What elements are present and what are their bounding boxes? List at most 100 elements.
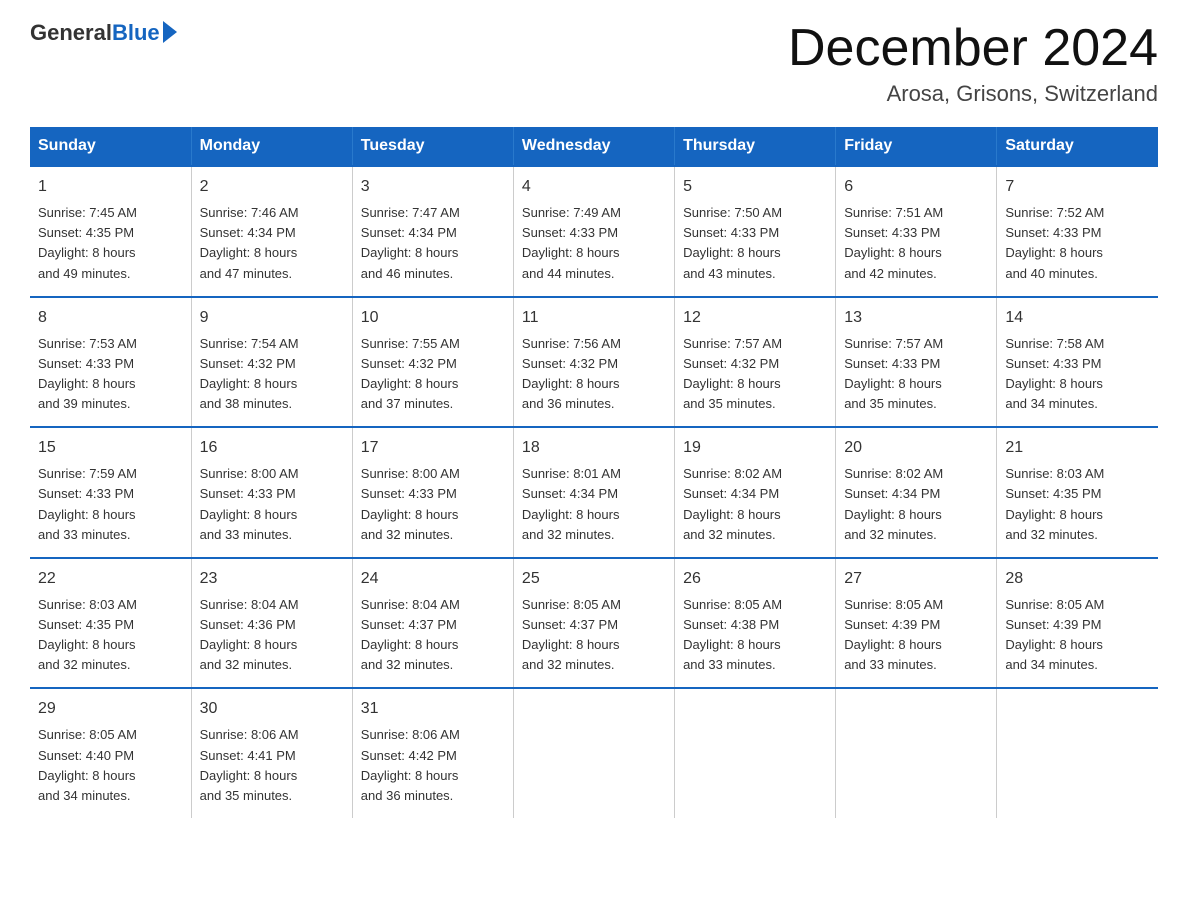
day-cell <box>997 688 1158 818</box>
day-number: 7 <box>1005 175 1150 199</box>
week-row-1: 1 Sunrise: 7:45 AMSunset: 4:35 PMDaylight… <box>30 166 1158 297</box>
weekday-header-thursday: Thursday <box>675 127 836 166</box>
day-number: 22 <box>38 567 183 591</box>
day-number: 20 <box>844 436 988 460</box>
weekday-header-monday: Monday <box>191 127 352 166</box>
day-info: Sunrise: 8:02 AMSunset: 4:34 PMDaylight:… <box>844 464 988 545</box>
day-info: Sunrise: 8:03 AMSunset: 4:35 PMDaylight:… <box>38 595 183 676</box>
day-number: 16 <box>200 436 344 460</box>
day-info: Sunrise: 8:05 AMSunset: 4:39 PMDaylight:… <box>844 595 988 676</box>
day-cell: 27 Sunrise: 8:05 AMSunset: 4:39 PMDayligh… <box>836 558 997 689</box>
day-number: 2 <box>200 175 344 199</box>
weekday-header-row: SundayMondayTuesdayWednesdayThursdayFrid… <box>30 127 1158 166</box>
weekday-header-wednesday: Wednesday <box>513 127 674 166</box>
day-cell: 3Sunrise: 7:47 AMSunset: 4:34 PMDaylight… <box>352 166 513 297</box>
title-section: December 2024 Arosa, Grisons, Switzerlan… <box>788 20 1158 107</box>
day-info: Sunrise: 8:02 AMSunset: 4:34 PMDaylight:… <box>683 464 827 545</box>
logo-blue: Blue <box>112 20 160 46</box>
day-number: 11 <box>522 306 666 330</box>
day-info: Sunrise: 8:04 AMSunset: 4:36 PMDaylight:… <box>200 595 344 676</box>
calendar-title: December 2024 <box>788 20 1158 77</box>
logo-triangle-icon <box>163 21 177 43</box>
day-info: Sunrise: 7:59 AMSunset: 4:33 PMDaylight:… <box>38 464 183 545</box>
day-number: 1 <box>38 175 183 199</box>
day-cell: 6 Sunrise: 7:51 AMSunset: 4:33 PMDaylight… <box>836 166 997 297</box>
day-info: Sunrise: 7:51 AMSunset: 4:33 PMDaylight:… <box>844 203 988 284</box>
day-cell: 24 Sunrise: 8:04 AMSunset: 4:37 PMDayligh… <box>352 558 513 689</box>
day-number: 12 <box>683 306 827 330</box>
day-cell: 26 Sunrise: 8:05 AMSunset: 4:38 PMDayligh… <box>675 558 836 689</box>
day-cell <box>513 688 674 818</box>
week-row-4: 22 Sunrise: 8:03 AMSunset: 4:35 PMDayligh… <box>30 558 1158 689</box>
day-info: Sunrise: 8:04 AMSunset: 4:37 PMDaylight:… <box>361 595 505 676</box>
day-cell: 1 Sunrise: 7:45 AMSunset: 4:35 PMDaylight… <box>30 166 191 297</box>
day-number: 23 <box>200 567 344 591</box>
week-row-2: 8 Sunrise: 7:53 AMSunset: 4:33 PMDaylight… <box>30 297 1158 428</box>
day-cell: 22 Sunrise: 8:03 AMSunset: 4:35 PMDayligh… <box>30 558 191 689</box>
day-cell: 25Sunrise: 8:05 AMSunset: 4:37 PMDayligh… <box>513 558 674 689</box>
day-info: Sunrise: 8:05 AMSunset: 4:38 PMDaylight:… <box>683 595 827 676</box>
day-number: 31 <box>361 697 505 721</box>
day-info: Sunrise: 8:01 AMSunset: 4:34 PMDaylight:… <box>522 464 666 545</box>
day-number: 26 <box>683 567 827 591</box>
day-number: 30 <box>200 697 344 721</box>
day-number: 10 <box>361 306 505 330</box>
day-number: 17 <box>361 436 505 460</box>
day-cell <box>675 688 836 818</box>
day-info: Sunrise: 7:56 AMSunset: 4:32 PMDaylight:… <box>522 334 666 415</box>
day-cell: 10 Sunrise: 7:55 AMSunset: 4:32 PMDayligh… <box>352 297 513 428</box>
day-number: 28 <box>1005 567 1150 591</box>
calendar-body: 1 Sunrise: 7:45 AMSunset: 4:35 PMDaylight… <box>30 166 1158 818</box>
day-cell: 8 Sunrise: 7:53 AMSunset: 4:33 PMDaylight… <box>30 297 191 428</box>
day-info: Sunrise: 7:46 AMSunset: 4:34 PMDaylight:… <box>200 203 344 284</box>
day-number: 8 <box>38 306 183 330</box>
day-cell: 18Sunrise: 8:01 AMSunset: 4:34 PMDayligh… <box>513 427 674 558</box>
weekday-header-friday: Friday <box>836 127 997 166</box>
day-info: Sunrise: 7:53 AMSunset: 4:33 PMDaylight:… <box>38 334 183 415</box>
day-number: 21 <box>1005 436 1150 460</box>
day-info: Sunrise: 8:06 AMSunset: 4:42 PMDaylight:… <box>361 725 505 806</box>
day-cell: 31 Sunrise: 8:06 AMSunset: 4:42 PMDayligh… <box>352 688 513 818</box>
day-info: Sunrise: 7:58 AMSunset: 4:33 PMDaylight:… <box>1005 334 1150 415</box>
logo-blue-container: Blue <box>112 20 177 46</box>
day-number: 15 <box>38 436 183 460</box>
day-info: Sunrise: 8:05 AMSunset: 4:40 PMDaylight:… <box>38 725 183 806</box>
day-info: Sunrise: 7:45 AMSunset: 4:35 PMDaylight:… <box>38 203 183 284</box>
day-number: 29 <box>38 697 183 721</box>
calendar-table: SundayMondayTuesdayWednesdayThursdayFrid… <box>30 127 1158 818</box>
day-info: Sunrise: 7:57 AMSunset: 4:33 PMDaylight:… <box>844 334 988 415</box>
day-cell: 2 Sunrise: 7:46 AMSunset: 4:34 PMDaylight… <box>191 166 352 297</box>
day-number: 14 <box>1005 306 1150 330</box>
weekday-header-tuesday: Tuesday <box>352 127 513 166</box>
day-number: 4 <box>522 175 666 199</box>
day-cell: 28 Sunrise: 8:05 AMSunset: 4:39 PMDayligh… <box>997 558 1158 689</box>
day-number: 19 <box>683 436 827 460</box>
logo-general: General <box>30 20 112 46</box>
day-number: 24 <box>361 567 505 591</box>
day-cell: 4 Sunrise: 7:49 AMSunset: 4:33 PMDaylight… <box>513 166 674 297</box>
day-number: 6 <box>844 175 988 199</box>
day-info: Sunrise: 8:03 AMSunset: 4:35 PMDaylight:… <box>1005 464 1150 545</box>
week-row-5: 29 Sunrise: 8:05 AMSunset: 4:40 PMDayligh… <box>30 688 1158 818</box>
day-cell: 5Sunrise: 7:50 AMSunset: 4:33 PMDaylight… <box>675 166 836 297</box>
day-cell: 16Sunrise: 8:00 AMSunset: 4:33 PMDayligh… <box>191 427 352 558</box>
day-info: Sunrise: 7:55 AMSunset: 4:32 PMDaylight:… <box>361 334 505 415</box>
calendar-header: SundayMondayTuesdayWednesdayThursdayFrid… <box>30 127 1158 166</box>
day-info: Sunrise: 7:52 AMSunset: 4:33 PMDaylight:… <box>1005 203 1150 284</box>
day-info: Sunrise: 7:57 AMSunset: 4:32 PMDaylight:… <box>683 334 827 415</box>
day-cell: 13Sunrise: 7:57 AMSunset: 4:33 PMDayligh… <box>836 297 997 428</box>
day-cell <box>836 688 997 818</box>
week-row-3: 15 Sunrise: 7:59 AMSunset: 4:33 PMDayligh… <box>30 427 1158 558</box>
weekday-header-sunday: Sunday <box>30 127 191 166</box>
day-info: Sunrise: 7:47 AMSunset: 4:34 PMDaylight:… <box>361 203 505 284</box>
day-cell: 20 Sunrise: 8:02 AMSunset: 4:34 PMDayligh… <box>836 427 997 558</box>
day-cell: 17 Sunrise: 8:00 AMSunset: 4:33 PMDayligh… <box>352 427 513 558</box>
day-number: 5 <box>683 175 827 199</box>
day-number: 27 <box>844 567 988 591</box>
day-info: Sunrise: 8:05 AMSunset: 4:39 PMDaylight:… <box>1005 595 1150 676</box>
day-cell: 7 Sunrise: 7:52 AMSunset: 4:33 PMDaylight… <box>997 166 1158 297</box>
logo: General Blue <box>30 20 177 46</box>
day-number: 25 <box>522 567 666 591</box>
day-info: Sunrise: 8:00 AMSunset: 4:33 PMDaylight:… <box>361 464 505 545</box>
day-info: Sunrise: 7:49 AMSunset: 4:33 PMDaylight:… <box>522 203 666 284</box>
